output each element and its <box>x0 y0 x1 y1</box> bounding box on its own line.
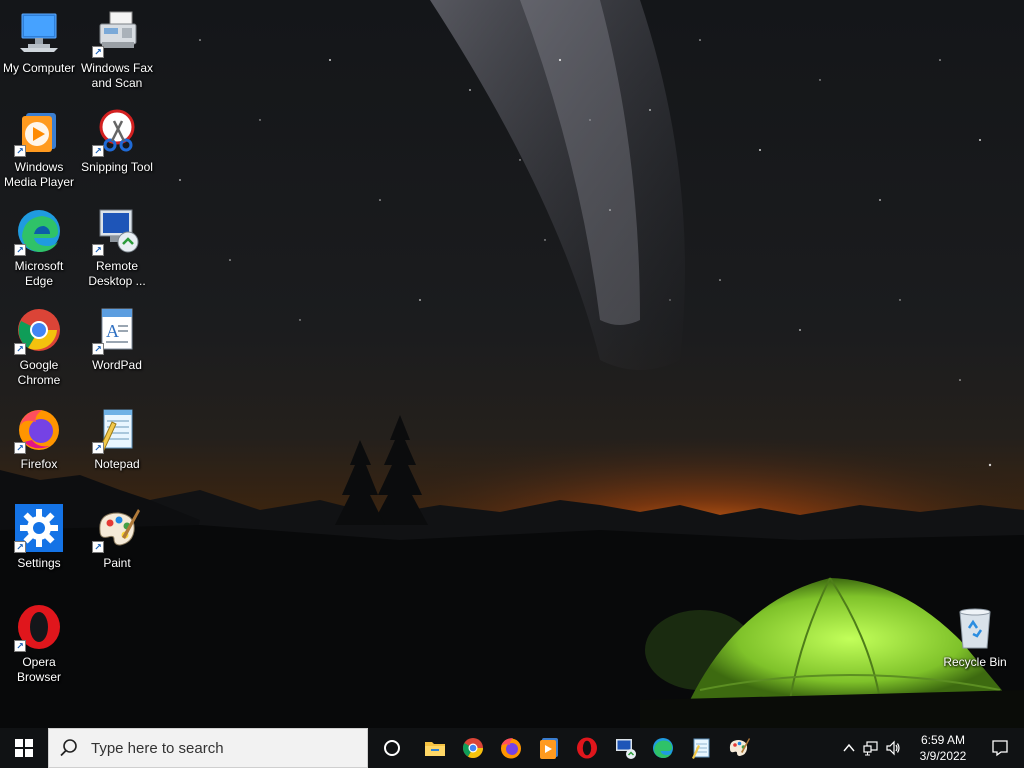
shortcut-arrow-icon: ↗ <box>14 244 26 256</box>
notepad-icon <box>692 738 710 759</box>
taskbar-opera[interactable] <box>568 728 606 768</box>
desktop-icon-settings[interactable]: ↗ Settings <box>0 497 78 587</box>
desktop-icon-windows-fax-and-scan[interactable]: ↗ Windows Fax and Scan <box>78 2 156 92</box>
system-tray: 6:59 AM 3/9/2022 <box>838 728 1024 768</box>
computer-icon <box>14 8 64 58</box>
recycle-bin-icon <box>950 602 1000 652</box>
taskbar-search-box[interactable] <box>48 728 368 768</box>
notepad-icon: ↗ <box>92 404 142 454</box>
paint-palette-icon <box>729 738 750 756</box>
shortcut-arrow-icon: ↗ <box>92 541 104 553</box>
notification-icon <box>992 740 1008 757</box>
cortana-button[interactable] <box>368 728 416 768</box>
chrome-icon: ↗ <box>14 305 64 355</box>
remote-desktop-icon <box>616 739 636 759</box>
firefox-icon: ↗ <box>14 404 64 454</box>
taskbar-edge[interactable] <box>644 728 682 768</box>
desktop-icon-label: Paint <box>103 556 131 570</box>
shortcut-arrow-icon: ↗ <box>14 541 26 553</box>
desktop-icon-label: Settings <box>17 556 61 570</box>
clock-time: 6:59 AM <box>920 733 966 747</box>
search-icon <box>60 739 77 757</box>
taskbar-media-player[interactable] <box>530 728 568 768</box>
desktop-icon-label: Snipping Tool <box>81 160 153 174</box>
chrome-icon <box>462 738 483 758</box>
clock-date: 3/9/2022 <box>919 749 967 763</box>
opera-icon <box>577 737 597 759</box>
shortcut-arrow-icon: ↗ <box>14 442 26 454</box>
media-player-icon: ↗ <box>14 107 64 157</box>
desktop-icon-notepad[interactable]: ↗ Notepad <box>78 398 156 488</box>
cortana-circle-icon <box>384 740 400 756</box>
desktop-icon-label: Firefox <box>20 457 58 471</box>
desktop-icon-paint[interactable]: ↗ Paint <box>78 497 156 587</box>
desktop-icon-label: Windows Media Player <box>3 160 75 189</box>
scissors-icon: ↗ <box>92 107 142 157</box>
desktop-icon-label: Recycle Bin <box>943 655 1007 669</box>
edge-icon <box>653 738 673 758</box>
desktop-icon-wordpad[interactable]: A ↗ WordPad <box>78 299 156 389</box>
desktop-icon-microsoft-edge[interactable]: ↗ Microsoft Edge <box>0 200 78 290</box>
desktop-icon-label: Google Chrome <box>17 358 61 387</box>
search-input[interactable] <box>89 738 353 758</box>
opera-icon: ↗ <box>14 602 64 652</box>
desktop-icon-snipping-tool[interactable]: ↗ Snipping Tool <box>78 101 156 191</box>
desktop-icon-label: Opera Browser <box>16 655 61 684</box>
shortcut-arrow-icon: ↗ <box>92 442 104 454</box>
svg-text:A: A <box>106 321 119 341</box>
desktop-icon-label: My Computer <box>2 61 76 75</box>
chevron-up-icon <box>843 743 855 752</box>
taskbar-chrome[interactable] <box>454 728 492 768</box>
shortcut-arrow-icon: ↗ <box>92 343 104 355</box>
shortcut-arrow-icon: ↗ <box>92 145 104 157</box>
taskbar-clock[interactable]: 6:59 AM 3/9/2022 <box>910 732 976 764</box>
edge-icon: ↗ <box>14 206 64 256</box>
fax-icon: ↗ <box>92 8 142 58</box>
start-button[interactable] <box>0 728 48 768</box>
desktop-icon-recycle-bin[interactable]: Recycle Bin <box>936 596 1014 686</box>
taskbar-notepad[interactable] <box>682 728 720 768</box>
desktop-icon-firefox[interactable]: ↗ Firefox <box>0 398 78 488</box>
gear-icon: ↗ <box>14 503 64 553</box>
network-icon <box>863 741 878 756</box>
taskbar-file-explorer[interactable] <box>416 728 454 768</box>
volume-button[interactable] <box>882 728 904 768</box>
network-button[interactable] <box>860 728 882 768</box>
desktop-icon-windows-media-player[interactable]: ↗ Windows Media Player <box>0 101 78 191</box>
shortcut-arrow-icon: ↗ <box>92 46 104 58</box>
desktop-icon-label: Windows Fax and Scan <box>80 61 154 90</box>
taskbar-firefox[interactable] <box>492 728 530 768</box>
remote-desktop-icon: ↗ <box>92 206 142 256</box>
shortcut-arrow-icon: ↗ <box>14 343 26 355</box>
speaker-icon <box>886 740 900 756</box>
shortcut-arrow-icon: ↗ <box>14 640 26 652</box>
desktop-icon-google-chrome[interactable]: ↗ Google Chrome <box>0 299 78 389</box>
show-hidden-icons-button[interactable] <box>838 728 860 768</box>
desktop-icon-label: Remote Desktop ... <box>88 259 146 288</box>
taskbar-remote-desktop[interactable] <box>606 728 644 768</box>
desktop-icon-opera-browser[interactable]: ↗ Opera Browser <box>0 596 78 686</box>
desktop-icon-remote-desktop[interactable]: ↗ Remote Desktop ... <box>78 200 156 290</box>
desktop-icon-label: Microsoft Edge <box>14 259 64 288</box>
desktop-icon-label: WordPad <box>92 358 142 372</box>
taskbar: 6:59 AM 3/9/2022 <box>0 728 1024 768</box>
wordpad-icon: A ↗ <box>92 305 142 355</box>
action-center-button[interactable] <box>976 728 1024 768</box>
firefox-icon <box>501 738 521 759</box>
desktop-icon-label: Notepad <box>94 457 140 471</box>
desktop-icon-my-computer[interactable]: My Computer <box>0 2 78 92</box>
file-explorer-icon <box>425 742 445 756</box>
shortcut-arrow-icon: ↗ <box>92 244 104 256</box>
media-player-icon <box>540 738 558 759</box>
taskbar-paint[interactable] <box>720 728 758 768</box>
shortcut-arrow-icon: ↗ <box>14 145 26 157</box>
windows-logo-icon <box>15 739 33 757</box>
paint-palette-icon: ↗ <box>92 503 142 553</box>
